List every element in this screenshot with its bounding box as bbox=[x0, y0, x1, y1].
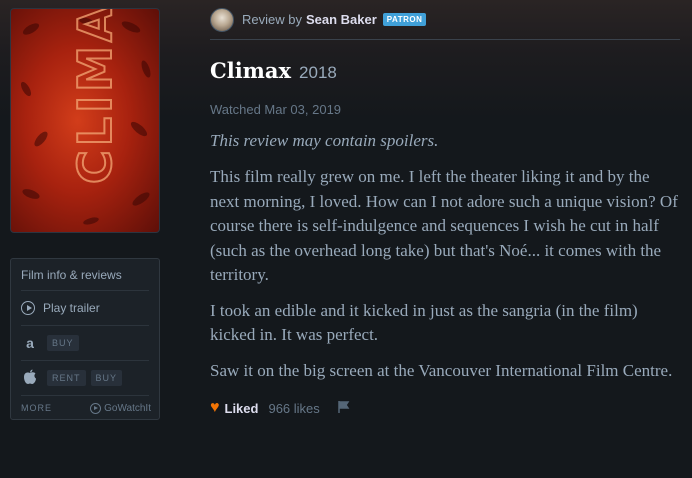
amazon-icon: a bbox=[26, 335, 34, 351]
review-paragraph-1: This film really grew on me. I left the … bbox=[210, 167, 678, 284]
film-info-label: Film info & reviews bbox=[21, 267, 122, 282]
avatar[interactable] bbox=[210, 7, 234, 32]
review-paragraph-3: Saw it on the big screen at the Vancouve… bbox=[210, 360, 673, 380]
play-trailer-label: Play trailer bbox=[43, 301, 100, 315]
gowatchit-icon bbox=[90, 402, 102, 414]
review-paragraph-2: I took an edible and it kicked in just a… bbox=[210, 300, 638, 345]
film-info-link[interactable]: Film info & reviews bbox=[21, 259, 149, 291]
panel-footer: MORE GoWatchIt bbox=[21, 397, 151, 419]
play-icon bbox=[21, 301, 35, 315]
amazon-buy-button[interactable]: BUY bbox=[47, 335, 79, 351]
film-title-link[interactable]: Climax bbox=[210, 58, 291, 83]
apple-icon bbox=[21, 369, 39, 388]
review-actions: ♥ Liked 966 likes bbox=[210, 399, 680, 417]
review-by-prefix: Review by bbox=[242, 12, 302, 27]
apple-rent-button[interactable]: RENT bbox=[47, 370, 86, 386]
review-main: Review by Sean Baker PATRON Climax 2018 … bbox=[210, 0, 680, 417]
review-header: Review by Sean Baker PATRON bbox=[210, 0, 680, 40]
heart-icon[interactable]: ♥ bbox=[210, 399, 220, 417]
poster-lettering: CLIMAX bbox=[68, 9, 122, 184]
poster-art: CLIMAX bbox=[20, 9, 151, 225]
play-trailer-link[interactable]: Play trailer bbox=[21, 291, 149, 326]
more-link[interactable]: MORE bbox=[21, 403, 52, 413]
film-title-row: Climax 2018 bbox=[210, 58, 680, 83]
flag-icon[interactable] bbox=[320, 400, 350, 416]
film-year-link[interactable]: 2018 bbox=[299, 63, 337, 83]
film-services-panel: Film info & reviews Play trailer a BUY R… bbox=[10, 258, 160, 420]
likes-count-link[interactable]: 966 likes bbox=[268, 401, 319, 416]
gowatchit-link[interactable]: GoWatchIt bbox=[90, 402, 151, 414]
reviewer-name-link[interactable]: Sean Baker bbox=[306, 12, 377, 27]
film-poster[interactable]: CLIMAX bbox=[10, 8, 160, 233]
liked-label[interactable]: Liked bbox=[225, 401, 259, 416]
spoiler-notice: This review may contain spoilers. bbox=[210, 131, 439, 150]
gowatchit-label: GoWatchIt bbox=[104, 402, 151, 414]
amazon-service-row: a BUY bbox=[21, 326, 149, 361]
apple-service-row: RENT BUY bbox=[21, 361, 149, 396]
apple-buy-button[interactable]: BUY bbox=[90, 370, 123, 386]
patron-badge[interactable]: PATRON bbox=[382, 13, 427, 26]
watched-date[interactable]: Watched Mar 03, 2019 bbox=[210, 102, 680, 117]
